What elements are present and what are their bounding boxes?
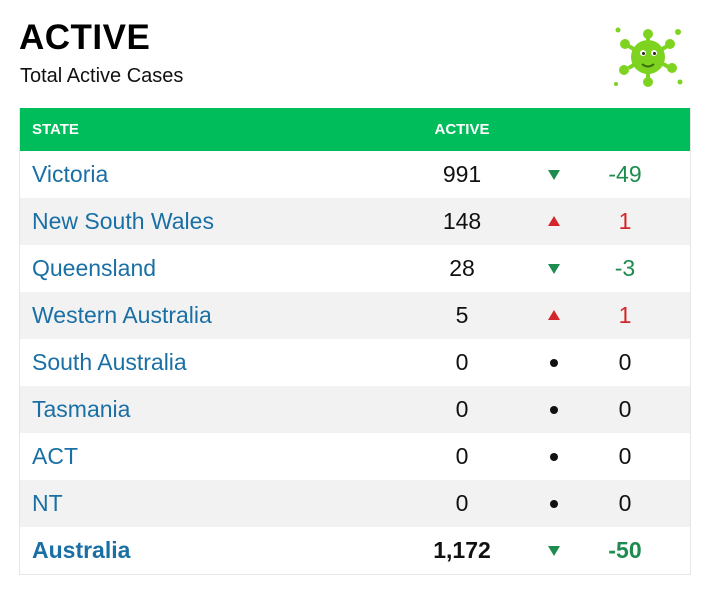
table-row: Western Australia 5 1 [20,292,690,339]
active-count: 991 [442,161,482,187]
total-active-count: 1,172 [433,537,491,563]
table-row: Victoria 991 -49 [20,151,690,198]
page-title: ACTIVE [19,18,151,57]
change-value: 0 [618,490,632,516]
change-value: 0 [618,349,632,375]
change-value: 0 [618,443,632,469]
table-row: Queensland 28 -3 [20,245,690,292]
table-row: ACT 0 0 [20,433,690,480]
table-row: South Australia 0 0 [20,339,690,386]
trend-down-icon [544,527,564,574]
trend-up-icon [544,198,564,245]
state-link[interactable]: Western Australia [32,302,212,329]
trend-down-icon [544,245,564,292]
change-value: 0 [618,396,632,422]
state-link[interactable]: Queensland [32,255,156,282]
table-row: NT 0 0 [20,480,690,527]
state-link[interactable]: New South Wales [32,208,214,235]
table-row: Tasmania 0 0 [20,386,690,433]
table-row: New South Wales 148 1 [20,198,690,245]
table-row-total: Australia 1,172 -50 [20,527,690,574]
total-change-value: -50 [608,537,642,563]
virus-icon [614,27,683,87]
active-cases-table: STATE ACTIVE Victoria 991 -49 New South … [19,108,691,575]
trend-flat-icon [544,339,564,386]
change-value: 1 [618,302,632,328]
change-value: -3 [614,255,636,281]
state-link[interactable]: South Australia [32,349,187,376]
active-count: 148 [442,208,482,234]
change-value: -49 [608,161,642,187]
trend-down-icon [544,151,564,198]
active-count: 28 [449,255,475,281]
active-count: 0 [455,349,469,375]
total-state-link[interactable]: Australia [32,537,130,564]
state-link[interactable]: Victoria [32,161,108,188]
state-link[interactable]: NT [32,490,63,517]
trend-flat-icon [544,386,564,433]
state-link[interactable]: Tasmania [32,396,130,423]
table-header: STATE ACTIVE [20,108,690,151]
trend-up-icon [544,292,564,339]
column-header-state[interactable]: STATE [32,121,79,138]
active-cases-card: ACTIVE Total Active Cases STATE ACTIVE V… [0,0,720,600]
active-count: 0 [455,443,469,469]
active-count: 0 [455,490,469,516]
state-link[interactable]: ACT [32,443,78,470]
column-header-active[interactable]: ACTIVE [412,121,512,138]
trend-flat-icon [544,433,564,480]
page-subtitle: Total Active Cases [20,65,184,87]
trend-flat-icon [544,480,564,527]
active-count: 5 [455,302,469,328]
active-count: 0 [455,396,469,422]
change-value: 1 [618,208,632,234]
